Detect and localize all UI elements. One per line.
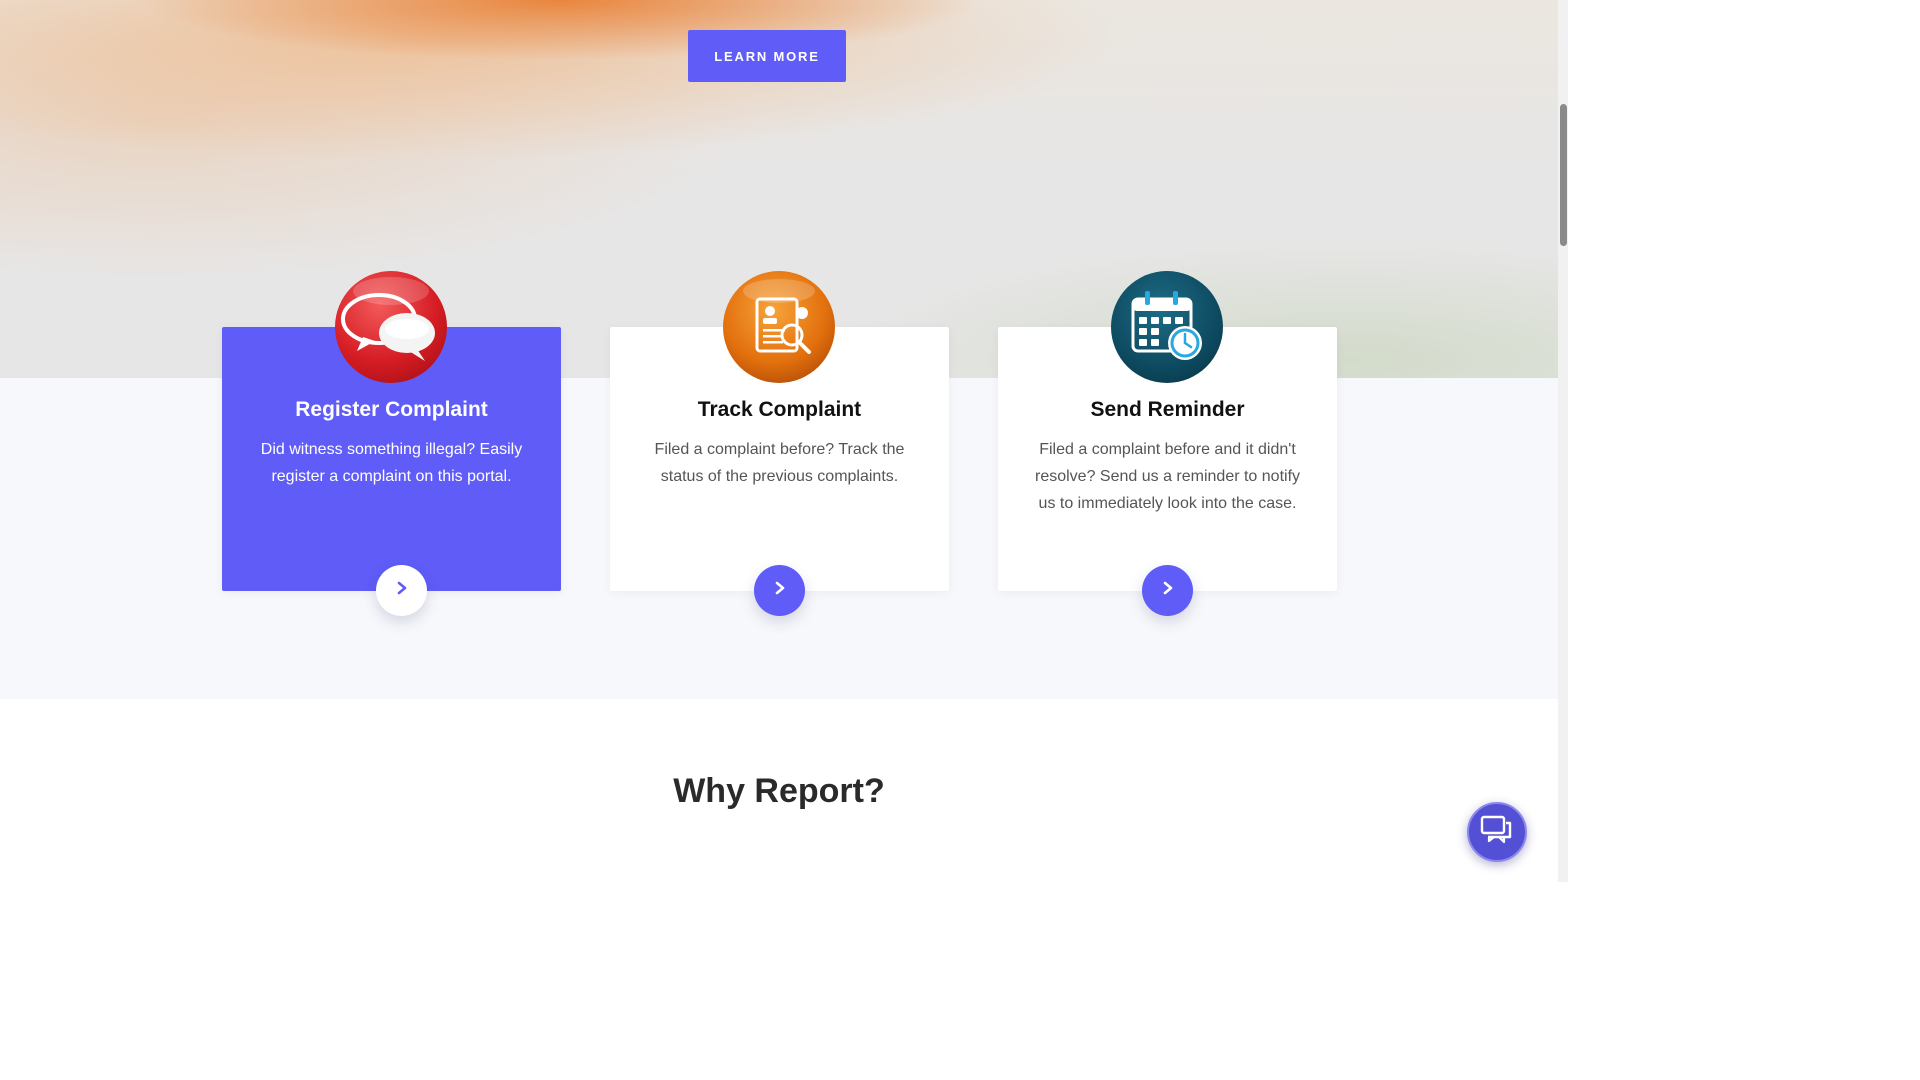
calendar-clock-icon: [1111, 271, 1223, 383]
card-title: Send Reminder: [1090, 398, 1245, 421]
scrollbar-thumb[interactable]: [1560, 104, 1567, 246]
chevron-right-icon: [1161, 581, 1175, 600]
why-report-heading: Why Report?: [673, 772, 885, 810]
card-title: Register Complaint: [295, 398, 488, 421]
chevron-right-icon: [773, 581, 787, 600]
chevron-right-icon: [395, 581, 409, 600]
learn-more-button[interactable]: LEARN MORE: [688, 30, 846, 82]
document-search-icon: [723, 271, 835, 383]
card-description: Filed a complaint before and it didn't r…: [1034, 441, 1301, 512]
track-complaint-arrow-button[interactable]: [754, 565, 805, 616]
page-scrollbar[interactable]: [1558, 0, 1568, 882]
speech-bubbles-icon: [335, 271, 447, 383]
chat-icon: [1480, 815, 1514, 850]
chat-button[interactable]: [1467, 802, 1527, 862]
card-description: Filed a complaint before? Track the stat…: [654, 441, 905, 485]
register-complaint-arrow-button[interactable]: [376, 565, 427, 616]
card-title: Track Complaint: [697, 398, 862, 421]
card-description: Did witness something illegal? Easily re…: [260, 441, 523, 485]
send-reminder-arrow-button[interactable]: [1142, 565, 1193, 616]
page: LEARN MORE Register Complaint Did witnes…: [0, 0, 1558, 882]
